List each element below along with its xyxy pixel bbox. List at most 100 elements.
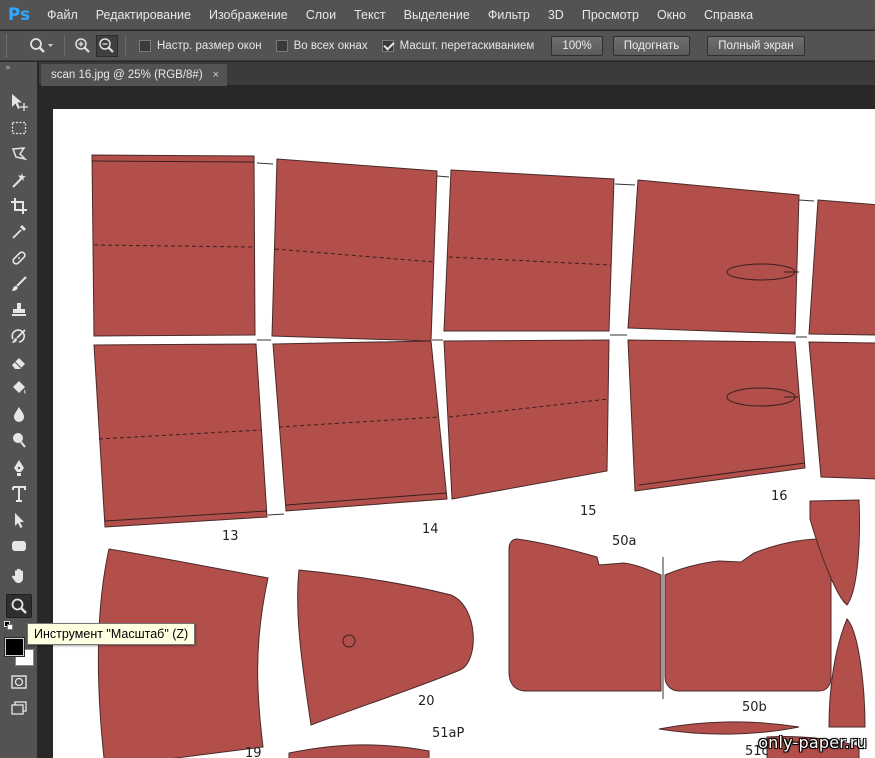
shape-tool[interactable] (6, 534, 32, 558)
document-tab-bar: scan 16.jpg @ 25% (RGB/8#) × (39, 62, 875, 86)
menu-image[interactable]: Изображение (200, 0, 297, 30)
dodge-tool[interactable] (6, 428, 32, 452)
healing-brush-icon (12, 251, 26, 265)
part-number-13: 13 (222, 529, 239, 544)
part-number-16: 16 (771, 489, 788, 504)
eyedropper-tool[interactable] (6, 220, 32, 244)
brush-tool[interactable] (6, 272, 32, 296)
canvas-area[interactable]: 13 14 15 16 50a 20 19 51aP 50b 51c (39, 87, 875, 758)
separator (125, 34, 126, 57)
type-tool[interactable] (6, 482, 32, 506)
move-icon (12, 94, 28, 111)
foreground-color-swatch[interactable] (4, 637, 25, 657)
lasso-icon (11, 147, 28, 161)
zoom-out-button[interactable] (96, 34, 118, 57)
zoom-out-icon (99, 37, 114, 53)
checkbox-box[interactable] (381, 39, 394, 52)
menu-type[interactable]: Текст (345, 0, 394, 30)
part-number-14: 14 (422, 522, 439, 537)
quick-mask-button[interactable] (6, 670, 32, 694)
menu-file[interactable]: Файл (38, 0, 87, 30)
checkbox-label: Во всех окнах (293, 39, 368, 52)
lasso-tool[interactable] (6, 142, 32, 166)
screen-mode-button[interactable] (6, 696, 32, 720)
menu-view[interactable]: Просмотр (573, 0, 648, 30)
menu-select[interactable]: Выделение (395, 0, 479, 30)
resize-windows-checkbox[interactable]: Настр. размер окон (139, 39, 262, 52)
menu-filter[interactable]: Фильтр (479, 0, 539, 30)
zoom-tool[interactable] (6, 594, 32, 618)
eyedropper-icon (12, 225, 26, 239)
default-colors-icon[interactable] (4, 621, 14, 631)
panel-14-upper (271, 158, 438, 342)
clone-stamp-icon (12, 303, 26, 316)
eraser-tool[interactable] (6, 350, 32, 374)
paint-bucket-tool[interactable] (6, 376, 32, 400)
tool-preset-picker[interactable] (24, 34, 58, 58)
pen-tool[interactable] (6, 456, 32, 480)
crop-icon (11, 198, 27, 214)
panel-13-lower (93, 343, 268, 528)
pen-icon (14, 460, 24, 476)
clone-stamp-tool[interactable] (6, 298, 32, 322)
separator (64, 34, 65, 57)
checkbox-label: Настр. размер окон (157, 39, 262, 52)
crop-tool[interactable] (6, 194, 32, 218)
part-number-50b: 50b (742, 700, 767, 715)
photoshop-window: Ps Файл Редактирование Изображение Слои … (0, 0, 875, 758)
document-title: scan 16.jpg @ 25% (RGB/8#) (51, 69, 203, 81)
zoom-in-button[interactable] (72, 35, 94, 57)
zoom-in-icon (75, 37, 90, 53)
photoshop-logo: Ps (7, 4, 31, 25)
checkbox-box[interactable] (275, 39, 288, 52)
menu-window[interactable]: Окно (648, 0, 695, 30)
part-number-51aP: 51aP (432, 726, 465, 741)
marquee-icon (11, 121, 27, 135)
eraser-icon (12, 358, 25, 369)
menu-layers[interactable]: Слои (297, 0, 345, 30)
type-icon (12, 486, 26, 502)
part-number-15: 15 (580, 504, 597, 519)
panel-15-lower (443, 339, 610, 500)
zoom-100-button[interactable]: 100% (551, 35, 603, 56)
hand-icon (11, 568, 23, 583)
fill-screen-button[interactable]: Полный экран (707, 35, 805, 56)
menu-edit[interactable]: Редактирование (87, 0, 200, 30)
healing-brush-tool[interactable] (6, 246, 32, 270)
toolbox: » (0, 62, 38, 758)
screen-mode-icon (11, 701, 27, 715)
tool-tooltip: Инструмент "Масштаб" (Z) (27, 623, 196, 645)
options-grip[interactable] (6, 34, 12, 57)
toolbox-collapse-icon[interactable]: » (0, 62, 37, 74)
menu-help[interactable]: Справка (695, 0, 762, 30)
watermark-text: only-paper.ru (758, 733, 867, 752)
marquee-tool[interactable] (6, 116, 32, 140)
document-canvas[interactable]: 13 14 15 16 50a 20 19 51aP 50b 51c (39, 87, 875, 758)
zoom-icon (30, 37, 53, 53)
part-19 (97, 548, 269, 758)
magic-wand-icon (12, 173, 26, 188)
path-selection-tool[interactable] (6, 508, 32, 532)
brush-icon (12, 276, 27, 291)
checkbox-box[interactable] (139, 39, 151, 52)
part-number-20: 20 (418, 694, 435, 709)
panel-15-upper (443, 169, 615, 332)
menu-3d[interactable]: 3D (539, 0, 573, 30)
panel-16-upper (627, 179, 800, 335)
move-tool[interactable] (6, 90, 32, 114)
menu-bar: Ps Файл Редактирование Изображение Слои … (0, 0, 875, 30)
checkbox-label: Масшт. перетаскиванием (399, 39, 535, 52)
scrubby-zoom-checkbox[interactable]: Масшт. перетаскиванием (381, 39, 535, 52)
part-number-50a: 50a (612, 534, 637, 549)
close-icon[interactable]: × (213, 69, 219, 81)
magic-wand-tool[interactable] (6, 168, 32, 192)
document-tab[interactable]: scan 16.jpg @ 25% (RGB/8#) × (41, 64, 228, 86)
all-windows-checkbox[interactable]: Во всех окнах (275, 39, 368, 52)
hand-tool[interactable] (6, 564, 32, 588)
panel-14-lower (272, 340, 448, 512)
path-selection-icon (15, 513, 24, 528)
history-brush-tool[interactable] (6, 324, 32, 348)
dodge-icon (13, 433, 26, 448)
blur-tool[interactable] (6, 402, 32, 426)
fit-screen-button[interactable]: Подогнать (612, 35, 691, 56)
